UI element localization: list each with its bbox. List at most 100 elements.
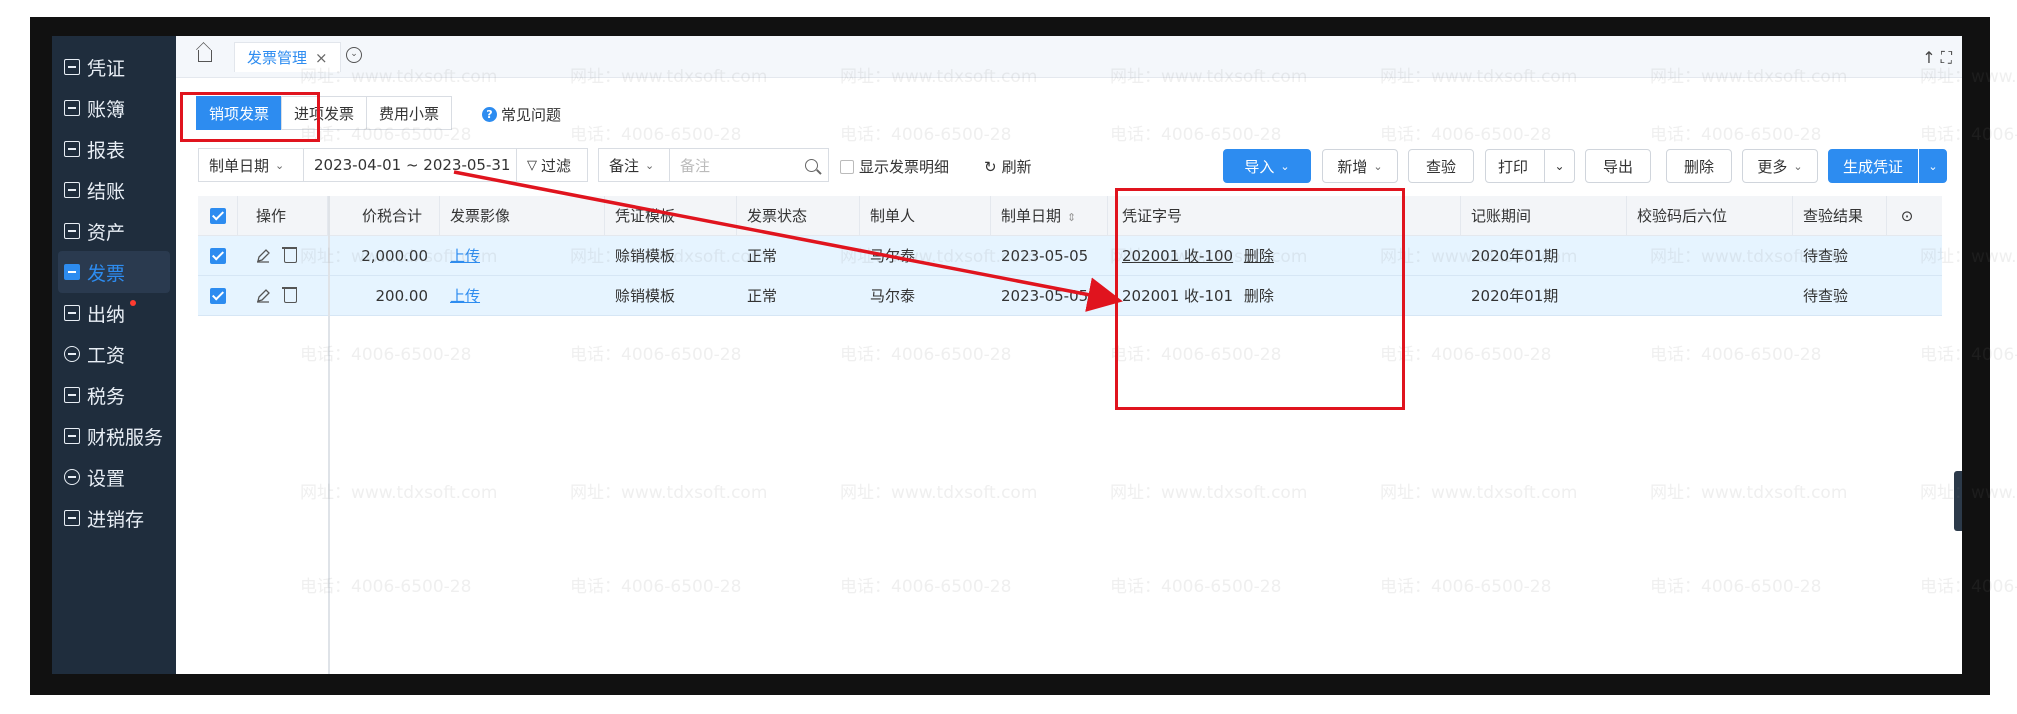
scroll-handle[interactable] [1954,471,1962,531]
cell-date: 2023-05-05 [1001,247,1089,265]
app-window: 凭证 账簿 报表 结账 资产 发票 出纳 工资 税务 财税服务 设置 进销存 发… [52,36,1962,674]
export-button[interactable]: 导出 [1585,149,1651,183]
sidebar-item-tax[interactable]: 税务 [58,374,170,416]
col-status: 发票状态 [737,196,860,236]
sidebar-item-voucher[interactable]: 凭证 [58,46,170,88]
generate-voucher-dropdown[interactable]: ⌄ [1919,149,1947,183]
cell-check-code [1627,276,1637,316]
remark-search-input[interactable]: 备注 [669,148,829,182]
tab-bar: 发票管理 × ⌄ ↑ ⛶ [176,36,1962,78]
window-controls[interactable]: ↑ ⛶ [1922,48,1952,68]
col-check-code: 校验码后六位 [1627,196,1793,236]
chevron-down-icon: ⌄ [1928,159,1938,173]
refresh-label: 刷新 [1001,158,1032,176]
sidebar-item-label: 资产 [87,221,126,244]
refresh-icon: ↻ [984,157,997,176]
voucher-icon [64,59,80,75]
upload-label: 上传 [450,287,481,305]
add-label: 新增 [1337,157,1368,176]
highlight-box-voucher-column [1115,188,1405,410]
more-button[interactable]: 更多 ⌄ [1742,149,1818,183]
remark-type-value: 备注 [609,156,640,175]
refresh-button[interactable]: ↻ 刷新 [984,156,1032,177]
col-image: 发票影像 [440,196,605,236]
highlight-box-sales-tab [180,92,320,142]
sidebar-item-label: 进销存 [87,508,145,531]
sidebar-item-service[interactable]: 财税服务 [58,415,170,457]
show-detail-checkbox[interactable]: 显示发票明细 [840,156,949,177]
trash-icon[interactable] [282,287,297,303]
verify-button[interactable]: 查验 [1408,149,1474,183]
sidebar-item-label: 设置 [87,467,126,490]
cell-template: 赊销模板 [615,287,676,305]
cell-status: 正常 [747,247,778,265]
cell-template: 赊销模板 [615,247,676,265]
upload-link[interactable]: 上传 [440,236,480,276]
sidebar-item-inventory[interactable]: 进销存 [58,497,170,539]
delete-button[interactable]: 删除 [1666,149,1732,183]
add-button[interactable]: 新增 ⌄ [1322,149,1398,183]
help-icon: ? [482,107,497,122]
row-checkbox[interactable] [210,288,226,304]
edit-icon[interactable] [256,249,270,263]
import-label: 导入 [1244,157,1275,176]
invoice-icon [64,264,80,280]
sidebar-item-ledger[interactable]: 账簿 [58,87,170,129]
sidebar-item-closing[interactable]: 结账 [58,169,170,211]
chevron-down-icon[interactable]: ⌄ [346,47,362,63]
sort-icon[interactable]: ⇕ [1067,211,1076,224]
home-icon[interactable] [198,50,212,62]
upload-link[interactable]: 上传 [440,276,480,316]
select-all-checkbox[interactable] [210,208,226,224]
sidebar-item-settings[interactable]: 设置 [58,456,170,498]
date-range-value: 2023-04-01 ~ 2023-05-31 [314,156,511,174]
col-actions: 操作 [238,196,328,236]
settings-icon [64,469,80,485]
sidebar-item-report[interactable]: 报表 [58,128,170,170]
sidebar-item-cashier[interactable]: 出纳 [58,292,170,334]
sidebar-item-invoice[interactable]: 发票 [58,251,170,293]
chevron-down-icon[interactable]: ⌄ [1544,150,1574,182]
table-row[interactable]: 2,000.00 上传 赊销模板 正常 马尔泰 2023-05-05 20200… [198,236,1942,276]
faq-link[interactable]: ? 常见问题 [482,104,561,125]
cell-check-code [1627,236,1637,276]
cell-result: 待查验 [1803,287,1849,305]
close-icon[interactable]: × [315,49,328,67]
col-date[interactable]: 制单日期 ⇕ [991,196,1108,236]
sidebar-item-asset[interactable]: 资产 [58,210,170,252]
search-icon[interactable] [805,158,818,172]
chevron-down-icon: ⌄ [1373,159,1383,173]
sidebar: 凭证 账簿 报表 结账 资产 发票 出纳 工资 税务 财税服务 设置 进销存 [52,36,176,674]
tab-invoice-management[interactable]: 发票管理 × [234,42,341,72]
col-period: 记账期间 [1461,196,1627,236]
cell-maker: 马尔泰 [870,247,916,265]
sidebar-item-label: 财税服务 [87,426,164,449]
remark-placeholder: 备注 [680,156,711,175]
date-range-picker[interactable]: 2023-04-01 ~ 2023-05-31 [303,148,517,182]
remark-type-select[interactable]: 备注 ⌄ [598,148,670,182]
generate-voucher-button[interactable]: 生成凭证 [1828,149,1918,183]
inventory-icon [64,510,80,526]
chevron-down-icon: ⌄ [1793,159,1803,173]
tab-expense-receipt[interactable]: 费用小票 [366,96,453,130]
edit-icon[interactable] [256,289,270,303]
select-all-header[interactable] [198,196,238,236]
ledger-icon [64,100,80,116]
sidebar-item-label: 凭证 [87,57,126,80]
cell-period: 2020年01期 [1471,287,1559,305]
filter-button[interactable]: ▽ 过滤 [516,148,588,182]
trash-icon[interactable] [282,247,297,263]
checkbox[interactable] [840,159,854,174]
date-type-select[interactable]: 制单日期 ⌄ [198,148,304,182]
sidebar-item-label: 税务 [87,385,126,408]
column-settings-icon[interactable]: ⊙ [1887,196,1927,236]
import-button[interactable]: 导入 ⌄ [1223,149,1311,183]
table-row[interactable]: 200.00 上传 赊销模板 正常 马尔泰 2023-05-05 202001 … [198,276,1942,316]
chevron-down-icon: ⌄ [645,158,655,172]
sidebar-item-salary[interactable]: 工资 [58,333,170,375]
row-checkbox[interactable] [210,248,226,264]
print-button[interactable]: 打印 ⌄ [1485,149,1575,183]
tab-label: 发票管理 [247,49,308,67]
more-label: 更多 [1757,157,1788,176]
cell-period: 2020年01期 [1471,247,1559,265]
